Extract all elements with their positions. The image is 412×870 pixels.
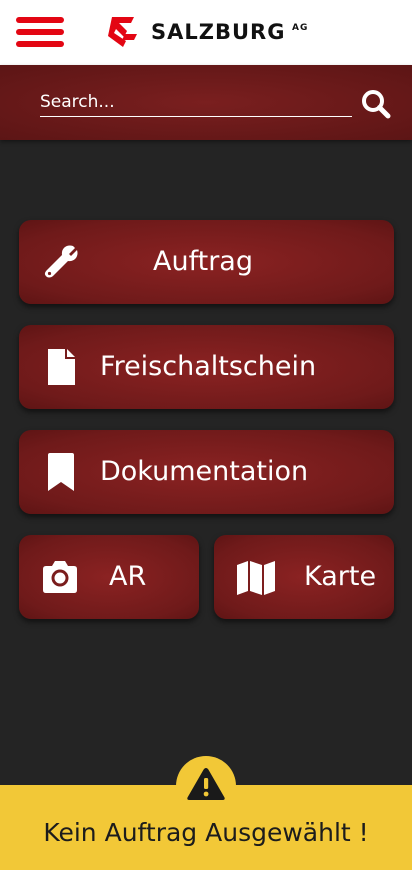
dokumentation-button[interactable]: Dokumentation [19, 430, 394, 514]
auftrag-button[interactable]: Auftrag [19, 220, 394, 304]
search-icon[interactable] [360, 88, 392, 120]
map-icon [237, 561, 275, 595]
dokumentation-label: Dokumentation [100, 456, 309, 487]
app-header: SALZBURG AG [0, 0, 412, 65]
brand-suffix: AG [292, 23, 309, 33]
auftrag-label: Auftrag [153, 246, 253, 277]
ar-button[interactable]: AR [19, 535, 199, 619]
brand-name: SALZBURG [151, 20, 286, 44]
status-message: Kein Auftrag Ausgewählt ! [43, 818, 369, 847]
karte-button[interactable]: Karte [214, 535, 394, 619]
wrench-icon [44, 245, 78, 278]
karte-label: Karte [304, 561, 377, 592]
ar-label: AR [109, 561, 147, 592]
hamburger-menu-icon[interactable] [16, 17, 64, 47]
camera-icon [43, 561, 77, 593]
freischaltschein-label: Freischaltschein [100, 351, 317, 382]
freischaltschein-button[interactable]: Freischaltschein [19, 325, 394, 409]
search-input[interactable] [40, 88, 352, 117]
bookmark-icon [48, 453, 74, 491]
salzburg-ag-logo-icon [108, 17, 137, 47]
file-icon [48, 349, 75, 385]
warning-icon [187, 768, 225, 800]
